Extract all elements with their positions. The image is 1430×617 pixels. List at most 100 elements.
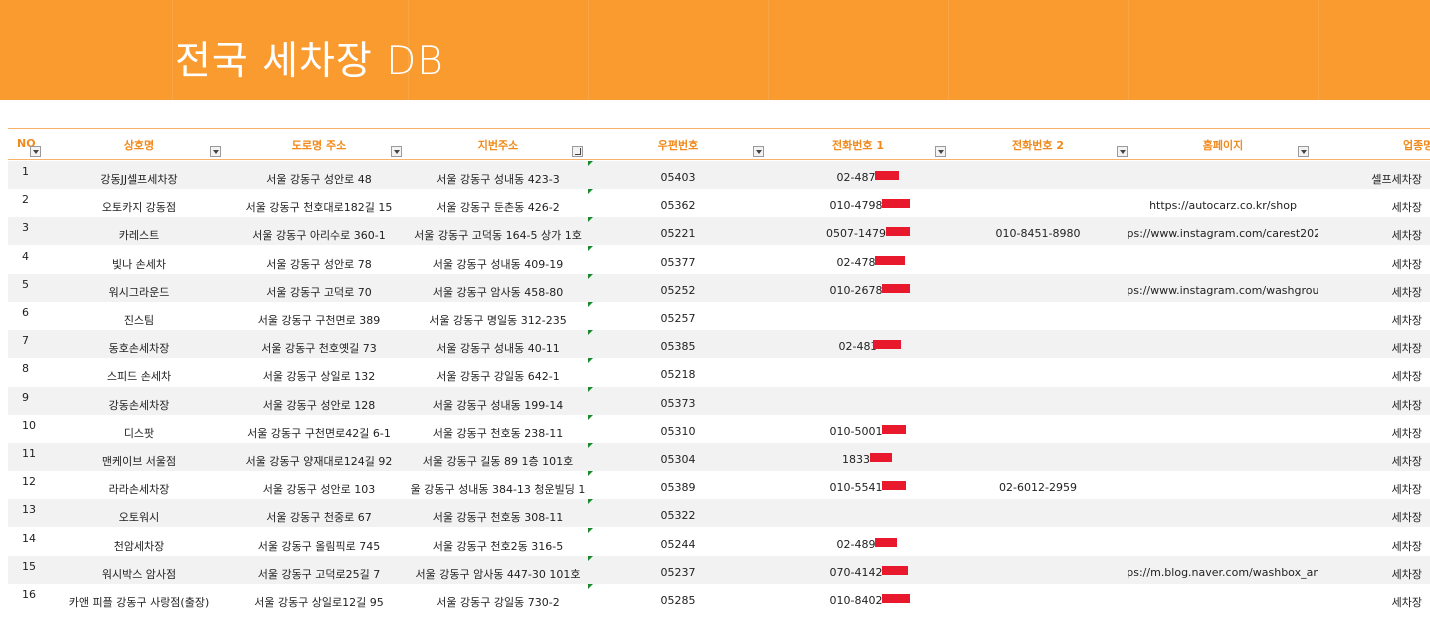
cell-homepage[interactable] bbox=[1128, 443, 1318, 471]
cell-name[interactable]: 강동손세차장 bbox=[48, 387, 230, 415]
cell-type[interactable]: 세차장 bbox=[1318, 246, 1422, 274]
cell-road[interactable]: 서울 강동구 상일로 132 bbox=[230, 358, 408, 386]
cell-phone2[interactable] bbox=[948, 584, 1128, 612]
cell-zip[interactable]: 05304 bbox=[588, 443, 768, 471]
cell-name[interactable]: 카앤 피플 강동구 사랑점(출장) bbox=[48, 584, 230, 612]
cell-name[interactable]: 오토카지 강동점 bbox=[48, 189, 230, 217]
cell-phone2[interactable] bbox=[948, 415, 1128, 443]
table-row[interactable]: 2 오토카지 강동점 서울 강동구 천호대로182길 15 서울 강동구 둔촌동 42… bbox=[8, 189, 1430, 217]
cell-phone1[interactable]: 02-478- bbox=[768, 246, 948, 274]
cell-homepage[interactable] bbox=[1128, 246, 1318, 274]
cell-phone1[interactable]: 010-8402- bbox=[768, 584, 948, 612]
table-row[interactable]: 15 워시박스 암사점 서울 강동구 고덕로25길 7 서울 강동구 암사동 447-… bbox=[8, 555, 1430, 584]
column-header-phone1[interactable]: 전화번호 1 bbox=[768, 129, 948, 159]
column-header-phone2[interactable]: 전화번호 2 bbox=[948, 129, 1128, 159]
cell-homepage[interactable] bbox=[1128, 358, 1318, 386]
cell-lot[interactable]: 울 강동구 성내동 384-13 청운빌딩 1 bbox=[408, 471, 588, 499]
cell-name[interactable]: 오토워시 bbox=[48, 499, 230, 527]
column-header-name[interactable]: 상호명 bbox=[48, 129, 230, 159]
cell-road[interactable]: 서울 강동구 고덕로25길 7 bbox=[230, 556, 408, 584]
cell-type[interactable]: 세차장 bbox=[1318, 274, 1422, 302]
cell-phone1[interactable]: 0507-1479- bbox=[768, 217, 948, 245]
cell-road[interactable]: 서울 강동구 천호대로182길 15 bbox=[230, 189, 408, 217]
cell-lot[interactable]: 서울 강동구 성내동 40-11 bbox=[408, 330, 588, 358]
table-row[interactable]: 1 강동JJ셀프세차장 서울 강동구 성안로 48 서울 강동구 성내동 423-3 0… bbox=[8, 161, 1430, 189]
cell-zip[interactable]: 05389 bbox=[588, 471, 768, 499]
cell-road[interactable]: 서울 강동구 아리수로 360-1 bbox=[230, 217, 408, 245]
cell-lot[interactable]: 서울 강동구 천호동 308-11 bbox=[408, 499, 588, 527]
cell-type[interactable]: 셀프세차장 bbox=[1318, 161, 1422, 189]
cell-lot[interactable]: 서울 강동구 명일동 312-235 bbox=[408, 302, 588, 330]
cell-no[interactable]: 8 bbox=[8, 358, 48, 386]
cell-phone2[interactable] bbox=[948, 387, 1128, 415]
cell-homepage[interactable] bbox=[1128, 499, 1318, 527]
table-row[interactable]: 5 워시그라운드 서울 강동구 고덕로 70 서울 강동구 암사동 458-80 052… bbox=[8, 273, 1430, 302]
cell-no[interactable]: 15 bbox=[8, 556, 48, 584]
cell-type[interactable]: 세차장 bbox=[1318, 217, 1422, 245]
column-header-lot[interactable]: 지번주소 bbox=[408, 129, 588, 159]
cell-homepage[interactable]: ttps://www.instagram.com/carest2022 bbox=[1128, 217, 1318, 245]
column-header-zip[interactable]: 우편번호 bbox=[588, 129, 768, 159]
cell-homepage[interactable]: https://autocarz.co.kr/shop bbox=[1128, 189, 1318, 217]
cell-lot[interactable]: 서울 강동구 강일동 730-2 bbox=[408, 584, 588, 612]
cell-road[interactable]: 서울 강동구 올림픽로 745 bbox=[230, 528, 408, 556]
cell-homepage[interactable] bbox=[1128, 302, 1318, 330]
cell-type[interactable]: 세차장 bbox=[1318, 471, 1422, 499]
cell-phone2[interactable] bbox=[948, 189, 1128, 217]
cell-no[interactable]: 16 bbox=[8, 584, 48, 612]
cell-name[interactable]: 워시그라운드 bbox=[48, 274, 230, 302]
cell-zip[interactable]: 05373 bbox=[588, 387, 768, 415]
cell-phone2[interactable] bbox=[948, 443, 1128, 471]
filter-dropdown-icon[interactable] bbox=[1117, 146, 1128, 157]
cell-no[interactable]: 14 bbox=[8, 528, 48, 556]
cell-phone1[interactable]: 010-5541- bbox=[768, 471, 948, 499]
cell-zip[interactable]: 05377 bbox=[588, 246, 768, 274]
table-row[interactable]: 11 맨케이브 서울점 서울 강동구 양재대로124길 92 서울 강동구 길동 89… bbox=[8, 443, 1430, 471]
cell-phone2[interactable]: 010-8451-8980 bbox=[948, 217, 1128, 245]
cell-phone1[interactable]: 010-2678- bbox=[768, 274, 948, 302]
cell-type[interactable]: 세차장 bbox=[1318, 330, 1422, 358]
cell-road[interactable]: 서울 강동구 성안로 103 bbox=[230, 471, 408, 499]
cell-no[interactable]: 4 bbox=[8, 246, 48, 274]
cell-type[interactable]: 세차장 bbox=[1318, 443, 1422, 471]
cell-zip[interactable]: 05257 bbox=[588, 302, 768, 330]
cell-type[interactable]: 세차장 bbox=[1318, 302, 1422, 330]
cell-type[interactable]: 세차장 bbox=[1318, 499, 1422, 527]
cell-phone1[interactable]: 02-489- bbox=[768, 528, 948, 556]
cell-phone2[interactable] bbox=[948, 556, 1128, 584]
cell-name[interactable]: 라라손세차장 bbox=[48, 471, 230, 499]
cell-name[interactable]: 카레스트 bbox=[48, 217, 230, 245]
cell-no[interactable]: 2 bbox=[8, 189, 48, 217]
cell-phone1[interactable]: 02-487- bbox=[768, 161, 948, 189]
cell-lot[interactable]: 서울 강동구 길동 89 1층 101호 bbox=[408, 443, 588, 471]
cell-phone2[interactable] bbox=[948, 528, 1128, 556]
cell-type[interactable]: 세차장 bbox=[1318, 528, 1422, 556]
cell-road[interactable]: 서울 강동구 구천면로42길 6-1 bbox=[230, 415, 408, 443]
cell-lot[interactable]: 서울 강동구 성내동 423-3 bbox=[408, 161, 588, 189]
cell-zip[interactable]: 05244 bbox=[588, 528, 768, 556]
cell-name[interactable]: 천암세차장 bbox=[48, 528, 230, 556]
filter-dropdown-icon[interactable] bbox=[572, 146, 583, 157]
table-row[interactable]: 16 카앤 피플 강동구 사랑점(출장) 서울 강동구 상일로12길 95 서울 강동… bbox=[8, 584, 1430, 612]
cell-lot[interactable]: 서울 강동구 천호2동 316-5 bbox=[408, 528, 588, 556]
table-row[interactable]: 7 동호손세차장 서울 강동구 천호옛길 73 서울 강동구 성내동 40-11 053… bbox=[8, 330, 1430, 359]
cell-no[interactable]: 9 bbox=[8, 387, 48, 415]
cell-no[interactable]: 10 bbox=[8, 415, 48, 443]
cell-name[interactable]: 진스팀 bbox=[48, 302, 230, 330]
table-row[interactable]: 12 라라손세차장 서울 강동구 성안로 103 울 강동구 성내동 384-13 청… bbox=[8, 471, 1430, 499]
cell-homepage[interactable] bbox=[1128, 387, 1318, 415]
filter-dropdown-icon[interactable] bbox=[391, 146, 402, 157]
cell-zip[interactable]: 05218 bbox=[588, 358, 768, 386]
cell-lot[interactable]: 서울 강동구 강일동 642-1 bbox=[408, 358, 588, 386]
cell-zip[interactable]: 05362 bbox=[588, 189, 768, 217]
cell-phone1[interactable] bbox=[768, 358, 948, 386]
cell-phone1[interactable]: 070-4142- bbox=[768, 556, 948, 584]
cell-phone1[interactable] bbox=[768, 499, 948, 527]
cell-homepage[interactable] bbox=[1128, 584, 1318, 612]
cell-no[interactable]: 13 bbox=[8, 499, 48, 527]
cell-phone2[interactable] bbox=[948, 358, 1128, 386]
cell-no[interactable]: 7 bbox=[8, 330, 48, 358]
cell-homepage[interactable] bbox=[1128, 161, 1318, 189]
cell-homepage[interactable]: tps://m.blog.naver.com/washbox_am bbox=[1128, 556, 1318, 584]
cell-name[interactable]: 워시박스 암사점 bbox=[48, 556, 230, 584]
